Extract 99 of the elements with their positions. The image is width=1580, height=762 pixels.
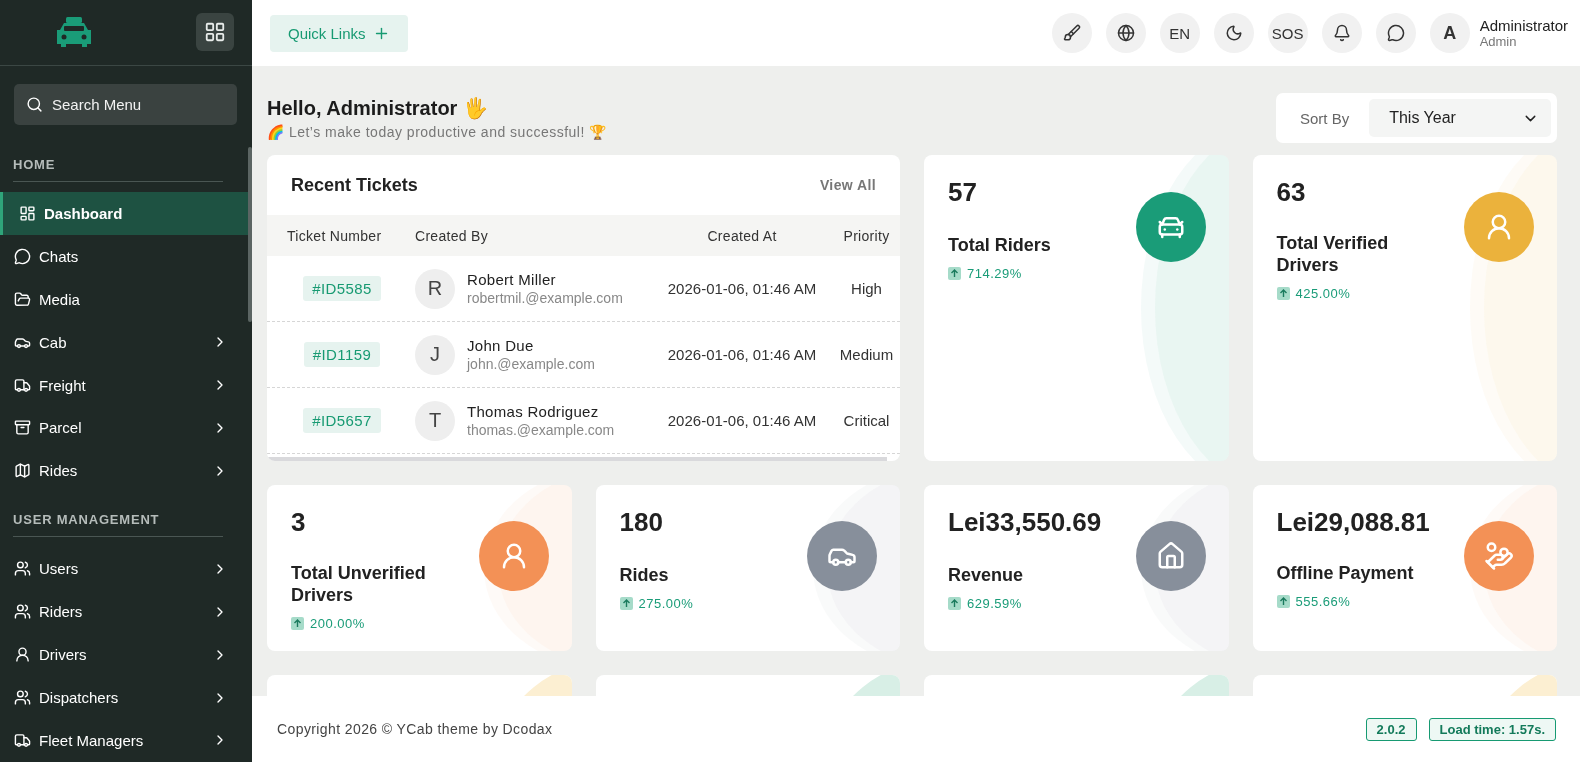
sidebar-item[interactable]: Dashboard: [0, 191, 248, 235]
arrow-up-icon: [948, 267, 961, 280]
sidebar-item[interactable]: Fleet Managers: [0, 719, 248, 762]
table-cell-text: Medium: [838, 346, 895, 363]
sos-button[interactable]: SOS: [1267, 13, 1308, 53]
stat-change: 275.00%: [638, 596, 694, 611]
sidebar-item[interactable]: Riders: [0, 590, 248, 634]
user-email: thomas.@example.com: [467, 422, 615, 438]
user-avatar[interactable]: A: [1429, 13, 1470, 53]
sidebar-item[interactable]: Chats: [0, 234, 248, 278]
sidebar-item[interactable]: Parcel: [0, 406, 248, 450]
stat-label: Rides: [619, 564, 670, 586]
column-header: Created At: [706, 227, 778, 244]
globe-button[interactable]: [1105, 13, 1146, 53]
section-title: USER MANAGEMENT: [13, 512, 223, 538]
stat-value: Lei29,088.81: [1276, 507, 1431, 538]
column-header: Ticket Number: [287, 227, 383, 244]
stat-label: Offline Payment: [1276, 562, 1415, 584]
stat-label: Total Unverified Drivers: [291, 562, 427, 606]
table-cell-text: High: [850, 280, 883, 297]
truck-icon: [14, 732, 31, 749]
stat-change: 425.00%: [1295, 286, 1351, 301]
stat-value: 180: [619, 507, 664, 538]
sort-label: Sort By: [1300, 109, 1350, 127]
view-all-link[interactable]: View All: [819, 177, 876, 193]
arrow-up-icon: [1276, 595, 1290, 608]
sidebar-item[interactable]: Users: [0, 547, 248, 591]
map-icon: [14, 462, 31, 480]
arrow-up-icon: [291, 617, 304, 630]
truck-icon: [14, 376, 31, 394]
globe-icon: [1116, 24, 1135, 42]
taxi-logo-icon: [54, 16, 94, 49]
stat-value: Lei33,550.69: [948, 507, 1103, 538]
sidebar-item[interactable]: Media: [0, 277, 248, 321]
stat-change: 555.66%: [1295, 594, 1351, 609]
notification-button[interactable]: [1321, 13, 1362, 53]
archive-box-icon: [14, 419, 31, 437]
table-cell-text: 2026-01-06, 01:46 AM: [666, 346, 818, 363]
language-button[interactable]: EN: [1159, 13, 1200, 53]
user-email: robertmil.@example.com: [467, 290, 623, 306]
user-icon: [14, 646, 31, 664]
arrow-up-icon: [1276, 287, 1290, 300]
stat-label: Total Verified Drivers: [1276, 232, 1390, 276]
user-role: Admin: [1479, 34, 1518, 49]
section-title: HOME: [13, 156, 223, 182]
folder-icon: [14, 290, 31, 308]
stat-change: 714.29%: [967, 266, 1022, 281]
chat-bubble-icon: [1386, 24, 1405, 42]
apps-grid-button[interactable]: [196, 13, 234, 52]
hand-money-icon: [1484, 541, 1514, 571]
chat-button[interactable]: [1375, 13, 1416, 53]
sidebar-item[interactable]: Cab: [0, 320, 248, 364]
table-cell-text: Critical: [842, 412, 891, 429]
copyright-text: Copyright 2026 © YCab theme by Dcodax: [277, 721, 553, 737]
avatar: J: [415, 334, 455, 375]
sidebar-item[interactable]: Drivers: [0, 633, 248, 677]
user-name: John Due: [467, 337, 535, 354]
table-cell-text: 2026-01-06, 01:46 AM: [666, 280, 818, 297]
brush-icon: [1062, 24, 1081, 42]
stat-change: 200.00%: [310, 616, 365, 631]
user-name: Administrator: [1479, 17, 1568, 34]
avatar: T: [415, 400, 455, 441]
stat-label: Revenue: [948, 564, 1025, 586]
stat-value: 57: [948, 177, 978, 208]
table-cell-text: 2026-01-06, 01:46 AM: [666, 412, 818, 429]
dashboard-icon: [19, 204, 36, 222]
users-icon: [14, 603, 31, 621]
bell-icon: [1332, 24, 1351, 42]
search-icon: [26, 95, 43, 113]
stat-value: 63: [1276, 177, 1307, 208]
users-icon: [14, 560, 31, 578]
card-title: Recent Tickets: [291, 174, 418, 196]
user-name: Thomas Rodriguez: [467, 403, 600, 420]
search-field[interactable]: Search Menu: [14, 83, 237, 125]
load-time-badge: Load time: 1.57s.: [1428, 717, 1556, 741]
column-header: Priority: [842, 227, 891, 244]
column-header: Created By: [415, 227, 490, 244]
moon-icon: [1224, 24, 1243, 42]
sidebar-item[interactable]: Rides: [0, 449, 248, 493]
stat-label: Total Riders: [948, 234, 1052, 256]
greeting-subtitle: 🌈 Let’s make today productive and successful! 🏆: [267, 124, 607, 140]
grid-icon: [204, 21, 226, 44]
user-name: Robert Miller: [467, 271, 557, 288]
period-select[interactable]: This Year: [1369, 99, 1551, 137]
arrow-up-icon: [948, 597, 961, 610]
avatar: R: [415, 268, 455, 309]
scrollbar[interactable]: [248, 147, 252, 322]
stat-value: 3: [291, 507, 307, 538]
chat-bubble-icon: [14, 247, 31, 265]
greeting-title: Hello, Administrator 🖐: [267, 96, 489, 120]
brush-button[interactable]: [1051, 13, 1092, 53]
sidebar-item[interactable]: Freight: [0, 363, 248, 407]
sidebar-item[interactable]: Dispatchers: [0, 676, 248, 720]
dark-mode-button[interactable]: [1213, 13, 1254, 53]
users-icon: [14, 689, 31, 707]
version-badge: 2.0.2: [1365, 717, 1417, 741]
stat-change: 629.59%: [967, 596, 1022, 611]
arrow-up-icon: [619, 597, 633, 610]
user-email: john.@example.com: [467, 356, 595, 372]
